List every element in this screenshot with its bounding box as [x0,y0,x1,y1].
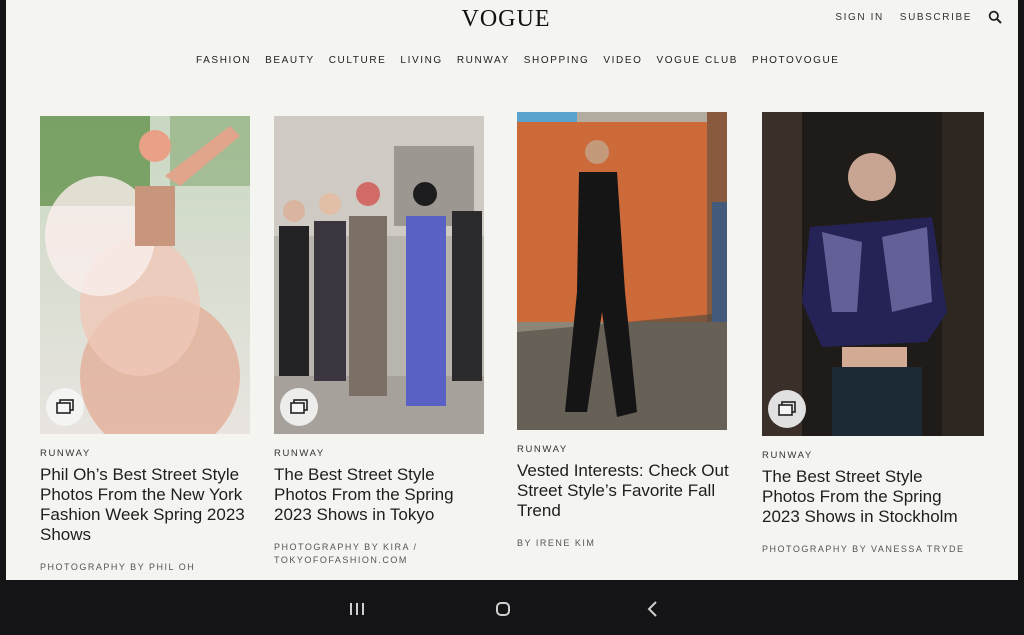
article-headline[interactable]: Phil Oh’s Best Street Style Photos From … [40,465,255,545]
nav-item-video[interactable]: VIDEO [603,55,642,66]
article-byline: PHOTOGRAPHY BY VANESSA TRYDE [762,544,965,554]
main-nav: FASHION BEAUTY CULTURE LIVING RUNWAY SHO… [196,55,840,66]
article-grid: RUNWAY Phil Oh’s Best Street Style Photo… [34,108,994,578]
gallery-icon[interactable] [46,388,84,426]
site-header: VOGUE SIGN IN SUBSCRIBE FASHION BEAUTY C… [6,0,1018,90]
vogue-logo[interactable]: VOGUE [416,6,596,33]
nav-item-shopping[interactable]: SHOPPING [524,55,590,66]
article-photo[interactable] [274,116,484,434]
article-section[interactable]: RUNWAY [762,450,977,461]
subscribe-link[interactable]: SUBSCRIBE [900,12,972,23]
article-byline: PHOTOGRAPHY BY PHIL OH [40,562,196,572]
nav-item-living[interactable]: LIVING [400,55,442,66]
nav-item-beauty[interactable]: BEAUTY [265,55,315,66]
home-icon[interactable] [492,598,514,620]
nav-item-culture[interactable]: CULTURE [329,55,387,66]
article-section[interactable]: RUNWAY [274,448,489,459]
article-card[interactable]: RUNWAY Vested Interests: Check Out Stree… [517,112,732,550]
recents-icon[interactable] [346,598,368,620]
system-navigation-bar [0,582,1024,635]
article-section[interactable]: RUNWAY [40,448,255,459]
article-byline: BY IRENE KIM [517,538,596,548]
article-card[interactable]: RUNWAY The Best Street Style Photos From… [762,112,984,556]
article-headline[interactable]: Vested Interests: Check Out Street Style… [517,461,732,521]
nav-item-vogue-club[interactable]: VOGUE CLUB [656,55,738,66]
account-links: SIGN IN SUBSCRIBE [835,10,1002,24]
nav-item-runway[interactable]: RUNWAY [457,55,510,66]
article-card[interactable]: RUNWAY Phil Oh’s Best Street Style Photo… [40,116,255,574]
article-photo[interactable] [762,112,984,436]
search-icon[interactable] [988,10,1002,24]
gallery-icon[interactable] [768,390,806,428]
article-byline: PHOTOGRAPHY BY KIRA / TOKYOFOFASHION.COM [274,542,418,565]
article-card[interactable]: RUNWAY The Best Street Style Photos From… [274,116,489,567]
back-icon[interactable] [642,598,664,620]
article-headline[interactable]: The Best Street Style Photos From the Sp… [274,465,489,525]
gallery-icon[interactable] [280,388,318,426]
sign-in-link[interactable]: SIGN IN [835,12,883,23]
article-headline[interactable]: The Best Street Style Photos From the Sp… [762,467,977,527]
article-photo[interactable] [517,112,727,430]
nav-item-fashion[interactable]: FASHION [196,55,251,66]
article-photo[interactable] [40,116,250,434]
article-section[interactable]: RUNWAY [517,444,732,455]
tablet-device: VOGUE SIGN IN SUBSCRIBE FASHION BEAUTY C… [0,0,1024,635]
browser-viewport: VOGUE SIGN IN SUBSCRIBE FASHION BEAUTY C… [6,0,1018,580]
nav-item-photovogue[interactable]: PHOTOVOGUE [752,55,840,66]
